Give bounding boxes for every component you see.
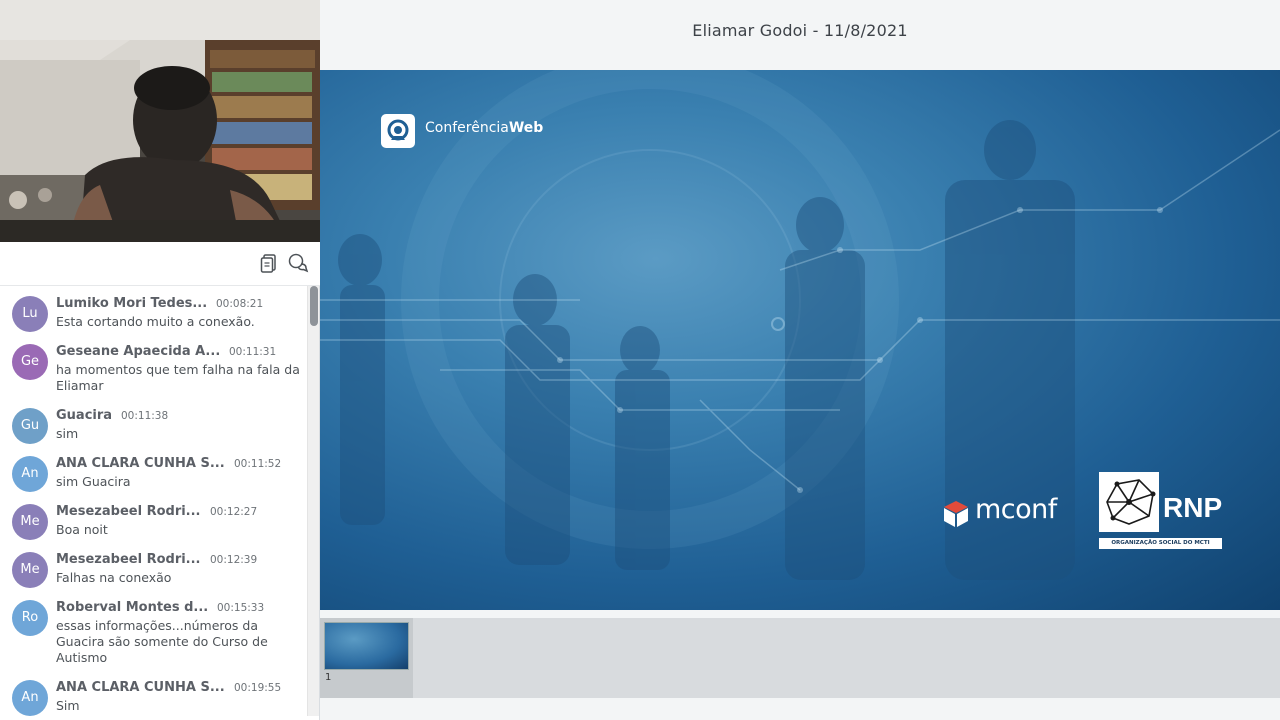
- avatar[interactable]: An: [12, 680, 48, 716]
- conferenciaweb-logo-icon: [381, 114, 415, 148]
- message-author: Geseane Apaecida A...: [56, 344, 221, 359]
- message-line: ha momentos que tem falha na fala da: [56, 362, 300, 377]
- avatar[interactable]: Lu: [12, 296, 48, 332]
- mconf-logo-text: mconf: [975, 494, 1057, 525]
- conferenciaweb-brand: ConferênciaWeb: [425, 120, 543, 136]
- avatar[interactable]: Me: [12, 552, 48, 588]
- rnp-logo-text: RNP: [1163, 492, 1223, 523]
- mconf-logo-icon: [944, 501, 968, 527]
- message-author: ANA CLARA CUNHA S...: [56, 456, 225, 471]
- avatar[interactable]: An: [12, 456, 48, 492]
- message-time: 00:08:21: [216, 298, 264, 310]
- message-line: Boa noit: [56, 522, 108, 537]
- message-time: 00:11:38: [121, 410, 169, 422]
- message-time: 00:19:55: [234, 682, 282, 694]
- rnp-subtitle: ORGANIZAÇÃO SOCIAL DO MCTI: [1099, 538, 1222, 549]
- message-author: ANA CLARA CUNHA S...: [56, 680, 225, 695]
- message-author: Guacira: [56, 408, 113, 423]
- message-line: sim: [56, 426, 79, 441]
- chat-scrollbar[interactable]: [307, 286, 319, 716]
- rnp-logo-icon: [1099, 472, 1159, 532]
- presentation-area: Eliamar Godoi - 11/8/2021 ConferênciaWeb…: [320, 0, 1280, 720]
- avatar[interactable]: Gu: [12, 408, 48, 444]
- message-text: Falhas na conexão: [56, 570, 307, 586]
- message-line: Guacira são somente do Curso de: [56, 634, 268, 649]
- app-window: Lu Lumiko Mori Tedes... 00:08:21 Esta corta…: [0, 0, 1280, 720]
- message-time: 00:11:31: [229, 346, 277, 358]
- avatar[interactable]: Ge: [12, 344, 48, 380]
- message-author: Mesezabeel Rodri...: [56, 504, 201, 519]
- message-author: Mesezabeel Rodri...: [56, 552, 201, 567]
- chat-toolbar: [0, 242, 320, 286]
- message-author: Roberval Montes d...: [56, 600, 209, 615]
- brand-prefix: Conferência: [425, 120, 509, 136]
- bottom-bar: [320, 698, 1280, 720]
- message-line: Sim: [56, 698, 80, 713]
- chat-message-list[interactable]: Lu Lumiko Mori Tedes... 00:08:21 Esta corta…: [0, 286, 307, 720]
- page-title: Eliamar Godoi - 11/8/2021: [692, 21, 908, 40]
- avatar[interactable]: Me: [12, 504, 48, 540]
- message-line: sim Guacira: [56, 474, 131, 489]
- message-line: Autismo: [56, 650, 108, 665]
- message-text: essas informações...números da Guacira sã…: [56, 618, 307, 666]
- message-time: 00:12:27: [210, 506, 258, 518]
- presentation-slide[interactable]: ConferênciaWeb mconf RNP ORGANIZAÇÃO SOC…: [320, 70, 1280, 610]
- slide-thumbnail[interactable]: 1: [320, 618, 413, 698]
- webcam-video[interactable]: [0, 0, 320, 242]
- chat-bubbles-icon[interactable]: [287, 252, 309, 274]
- title-bar: Eliamar Godoi - 11/8/2021: [320, 0, 1280, 70]
- brand-suffix: Web: [508, 120, 544, 136]
- slide-thumbnail-number: 1: [325, 672, 332, 683]
- message-line: Falhas na conexão: [56, 570, 172, 585]
- scrollbar-thumb[interactable]: [310, 286, 318, 326]
- message-text: Esta cortando muito a conexão.: [56, 314, 307, 330]
- message-time: 00:15:33: [217, 602, 265, 614]
- message-text: sim Guacira: [56, 474, 307, 490]
- slide-thumbnail-strip: 1: [320, 618, 1280, 698]
- message-line: essas informações...números da: [56, 618, 259, 633]
- avatar[interactable]: Ro: [12, 600, 48, 636]
- message-line: Eliamar: [56, 378, 104, 393]
- message-line: Esta cortando muito a conexão.: [56, 314, 255, 329]
- message-text: sim: [56, 426, 307, 442]
- message-time: 00:12:39: [210, 554, 258, 566]
- message-text: Sim: [56, 698, 307, 714]
- webcam-image: [0, 0, 320, 242]
- message-text: ha momentos que tem falha na fala da Elia…: [56, 362, 307, 394]
- message-text: Boa noit: [56, 522, 307, 538]
- message-author: Lumiko Mori Tedes...: [56, 296, 208, 311]
- slide-thumbnail-image: [324, 622, 409, 670]
- message-time: 00:11:52: [234, 458, 282, 470]
- sidebar: Lu Lumiko Mori Tedes... 00:08:21 Esta corta…: [0, 0, 320, 720]
- copy-icon[interactable]: [258, 252, 280, 274]
